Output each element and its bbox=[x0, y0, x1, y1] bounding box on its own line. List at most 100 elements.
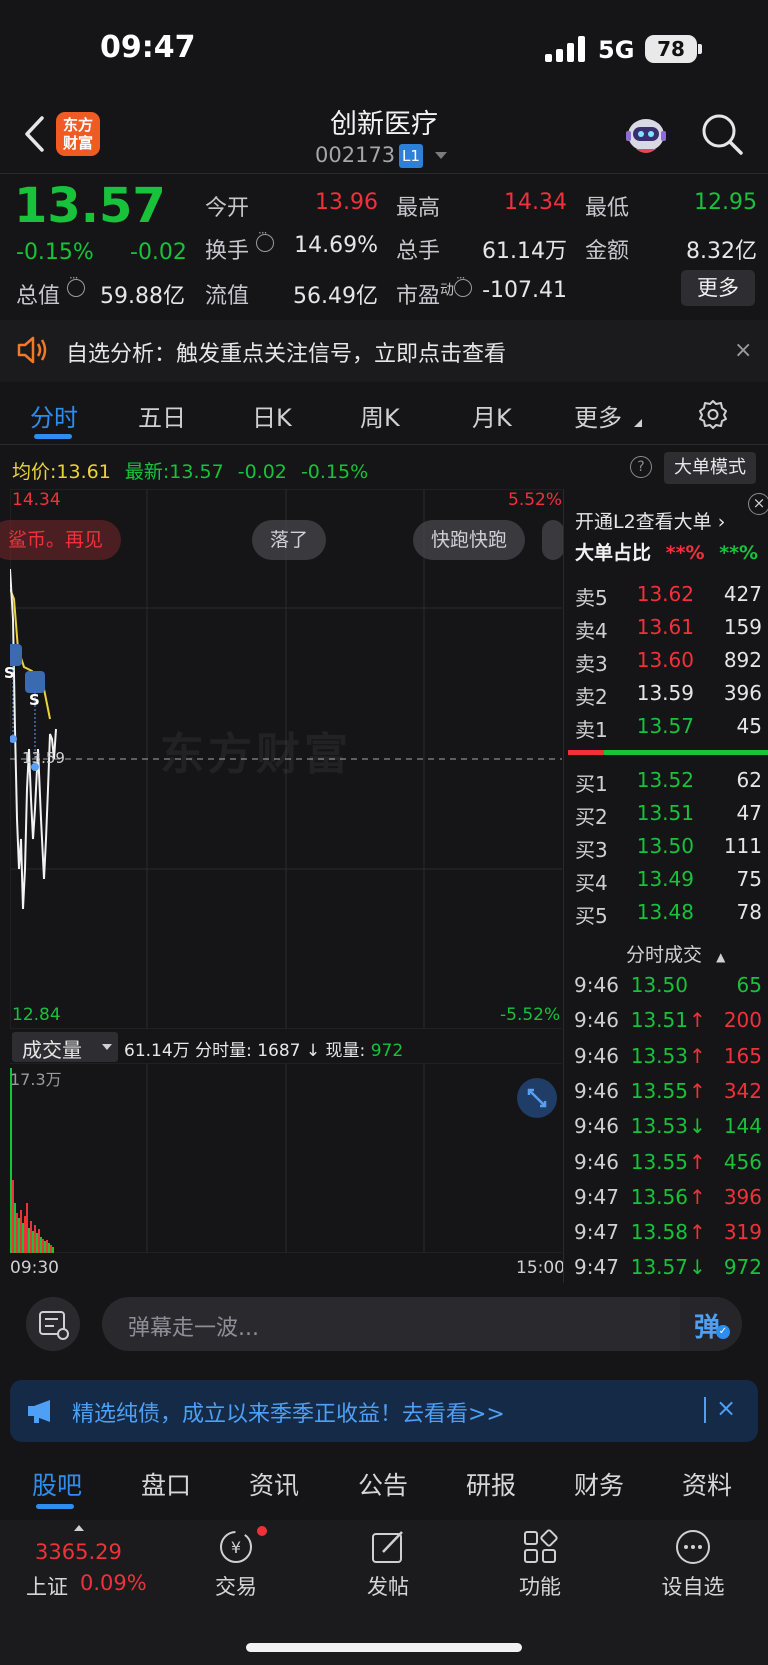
bid-volume: 78 bbox=[736, 900, 762, 924]
danmu-bubble[interactable]: 落了 bbox=[252, 520, 327, 560]
trades-title[interactable]: 分时成交 ▲ bbox=[626, 940, 725, 967]
divider bbox=[704, 1397, 706, 1423]
close-icon[interactable]: × bbox=[734, 338, 752, 363]
tab-more[interactable]: 更多 bbox=[574, 398, 622, 433]
robot-assistant-icon[interactable] bbox=[622, 113, 670, 157]
bid-volume: 111 bbox=[723, 834, 762, 858]
close-icon[interactable]: × bbox=[716, 1394, 736, 1422]
tab-research[interactable]: 研报 bbox=[466, 1466, 516, 1502]
dropdown-icon bbox=[634, 419, 642, 427]
ask-price: 13.62 bbox=[636, 582, 694, 606]
high-value: 14.34 bbox=[504, 190, 567, 215]
index-pct[interactable]: 0.09% bbox=[80, 1571, 147, 1595]
ask-row[interactable]: 卖3 13.60 892 bbox=[564, 648, 768, 681]
turnover-value: 14.69% bbox=[294, 233, 378, 258]
info-icon[interactable] bbox=[67, 271, 86, 297]
index-name[interactable]: 上证 bbox=[26, 1571, 68, 1601]
apps-icon[interactable] bbox=[520, 1527, 560, 1567]
tab-forum[interactable]: 股吧 bbox=[32, 1466, 82, 1502]
tab-5day[interactable]: 五日 bbox=[138, 398, 186, 433]
index-value[interactable]: 3365.29 bbox=[35, 1540, 122, 1564]
tab-news[interactable]: 资讯 bbox=[249, 1466, 299, 1502]
ref-price-label: 13.59 bbox=[22, 749, 65, 767]
tab-orderbook[interactable]: 盘口 bbox=[141, 1466, 191, 1502]
volume-selector-label[interactable]: 成交量 bbox=[22, 1034, 82, 1063]
tab-finance[interactable]: 财务 bbox=[574, 1466, 624, 1502]
bid-volume: 75 bbox=[736, 867, 762, 891]
ask-row[interactable]: 卖4 13.61 159 bbox=[564, 615, 768, 648]
big-order-ratio-label: 大单占比 bbox=[575, 542, 652, 564]
danmu-send-button[interactable]: 弹 ✓ bbox=[680, 1297, 742, 1351]
stock-code[interactable]: 002173 bbox=[315, 143, 395, 167]
marker-label: S bbox=[4, 664, 15, 682]
change-percent: -0.15% bbox=[16, 240, 94, 265]
level-badge[interactable]: L1 bbox=[399, 144, 423, 168]
chevron-down-icon[interactable] bbox=[102, 1044, 112, 1050]
l2-promo-link[interactable]: 开通L2查看大单 › bbox=[575, 507, 725, 534]
tab-daily-k[interactable]: 日K bbox=[252, 398, 292, 433]
dock-trade-label[interactable]: 交易 bbox=[186, 1571, 286, 1601]
danmu-bubble[interactable]: 鲨币。再见 bbox=[0, 520, 122, 560]
danmu-bubble[interactable]: 快跑快跑 bbox=[413, 520, 526, 560]
tab-monthly-k[interactable]: 月K bbox=[472, 398, 512, 433]
watermark: 东方财富 bbox=[160, 729, 352, 780]
gear-icon[interactable] bbox=[697, 398, 729, 430]
tab-profile[interactable]: 资料 bbox=[682, 1466, 732, 1502]
info-icon[interactable] bbox=[256, 226, 275, 252]
trade-row: 9:47 13.58 ↑ 319 bbox=[564, 1220, 768, 1255]
volume-y-max: 17.3万 bbox=[10, 1070, 62, 1089]
ask-volume: 892 bbox=[723, 648, 762, 672]
trade-price: 13.57 bbox=[630, 1255, 688, 1280]
trades-title-text: 分时成交 bbox=[626, 944, 703, 966]
collapse-icon[interactable]: ▲ bbox=[716, 950, 725, 964]
search-icon[interactable] bbox=[700, 112, 744, 156]
big-order-mode-button[interactable]: 大单模式 bbox=[664, 452, 756, 484]
battery-icon: 78 bbox=[645, 35, 697, 63]
notice-text[interactable]: 自选分析：触发重点关注信号，立即点击查看 bbox=[66, 336, 506, 368]
close-icon[interactable]: × bbox=[748, 493, 768, 515]
expand-icon[interactable] bbox=[517, 1078, 557, 1118]
bid-price: 13.48 bbox=[636, 900, 694, 924]
latest-label: 最新: bbox=[124, 461, 170, 483]
bid-row[interactable]: 买5 13.48 78 bbox=[564, 900, 768, 933]
amount-label: 金额 bbox=[585, 239, 630, 264]
dock-post-label[interactable]: 发帖 bbox=[338, 1571, 438, 1601]
trade-row: 9:46 13.55 ↑ 456 bbox=[564, 1150, 768, 1185]
tab-indicator bbox=[36, 1504, 74, 1509]
dock-apps-label[interactable]: 功能 bbox=[490, 1571, 590, 1601]
bid-row[interactable]: 买2 13.51 47 bbox=[564, 801, 768, 834]
add-watchlist-icon[interactable] bbox=[673, 1527, 713, 1567]
post-icon[interactable] bbox=[368, 1527, 408, 1567]
dock-watchlist-label[interactable]: 设自选 bbox=[643, 1571, 743, 1601]
danmu-placeholder[interactable]: 弹幕走一波... bbox=[128, 1310, 259, 1342]
trade-icon[interactable]: ¥ bbox=[216, 1527, 256, 1567]
volume-chart[interactable] bbox=[10, 1063, 562, 1253]
ask-row[interactable]: 卖1 13.57 45 bbox=[564, 714, 768, 747]
expand-up-icon[interactable] bbox=[74, 1525, 84, 1531]
ad-text[interactable]: 精选纯债，成立以来季季正收益！去看看>> bbox=[72, 1396, 505, 1428]
tab-weekly-k[interactable]: 周K bbox=[360, 398, 400, 433]
ask-row[interactable]: 卖5 13.62 427 bbox=[564, 582, 768, 615]
help-icon[interactable]: ? bbox=[630, 456, 652, 478]
tab-announcements[interactable]: 公告 bbox=[358, 1466, 408, 1502]
volume-value: 61.14万 bbox=[482, 239, 567, 264]
megaphone-icon bbox=[28, 1400, 50, 1423]
open-value: 13.96 bbox=[315, 190, 378, 215]
chevron-down-icon[interactable] bbox=[435, 152, 447, 159]
tab-intraday[interactable]: 分时 bbox=[30, 398, 78, 433]
trade-price: 13.58 bbox=[630, 1220, 688, 1245]
ask-row[interactable]: 卖2 13.59 396 bbox=[564, 681, 768, 714]
trade-volume: 972 bbox=[723, 1255, 762, 1280]
bid-row[interactable]: 买3 13.50 111 bbox=[564, 834, 768, 867]
home-indicator[interactable] bbox=[246, 1643, 522, 1652]
ask-price: 13.61 bbox=[636, 615, 694, 639]
bid-row[interactable]: 买1 13.52 62 bbox=[564, 768, 768, 801]
trade-volume: 165 bbox=[723, 1043, 762, 1068]
danmu-bubble-partial[interactable] bbox=[542, 520, 564, 560]
y-min-label: 12.84 bbox=[12, 1005, 61, 1025]
bid-row[interactable]: 买4 13.49 75 bbox=[564, 867, 768, 900]
avg-value: 13.61 bbox=[56, 461, 111, 483]
chart-info-row: 均价:13.61 最新:13.57 -0.02 -0.15% bbox=[12, 457, 368, 484]
more-button[interactable]: 更多 bbox=[681, 270, 755, 306]
danmu-list-icon[interactable] bbox=[26, 1297, 80, 1351]
